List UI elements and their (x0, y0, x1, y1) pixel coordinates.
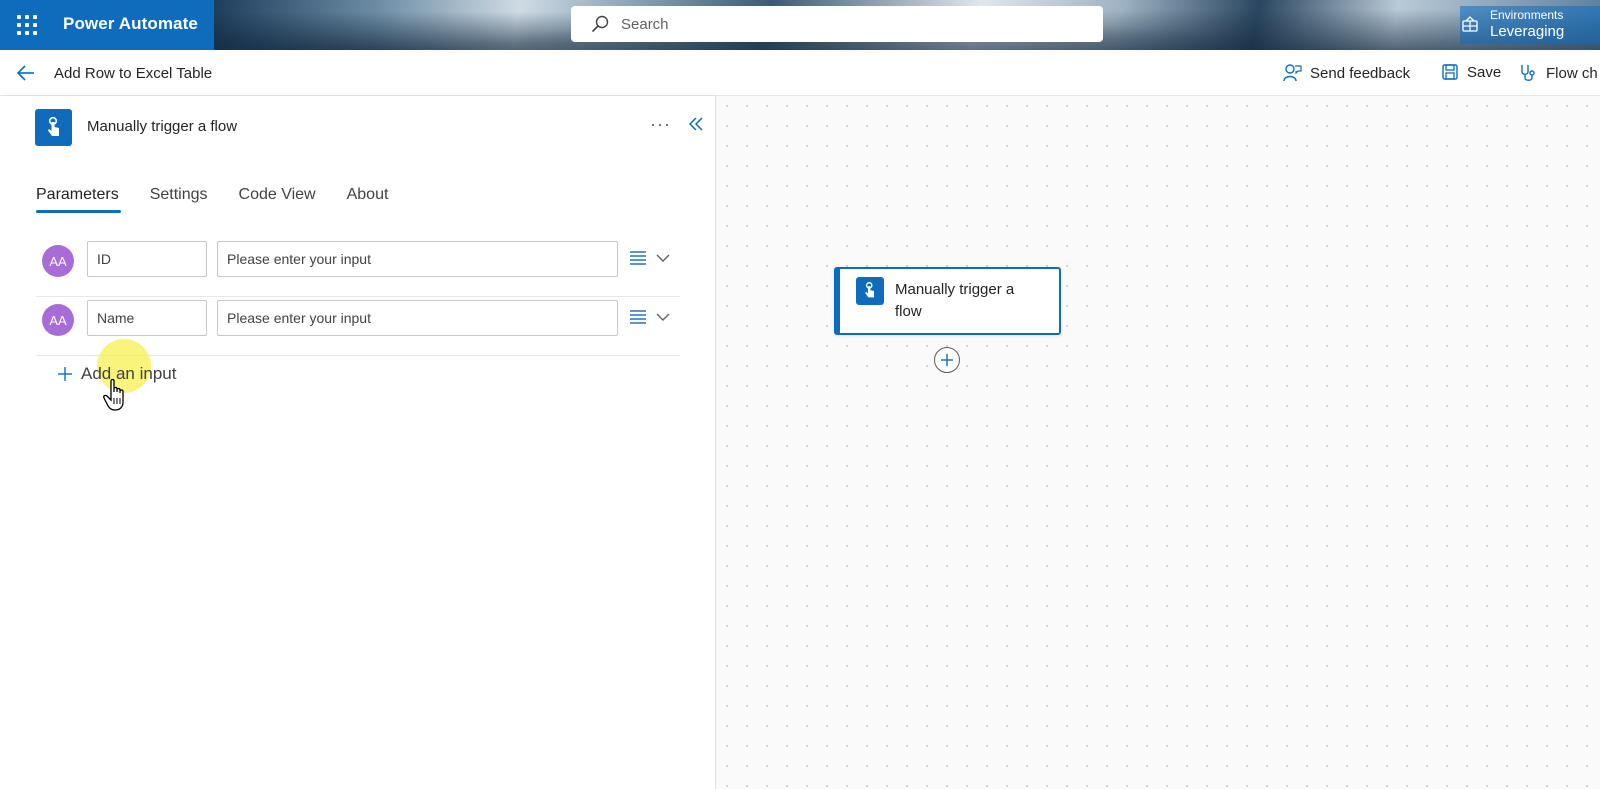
chevron-down-icon[interactable] (655, 310, 671, 324)
hand-pointer-icon (103, 378, 124, 411)
flow-checker-icon (1521, 65, 1535, 81)
tab-settings[interactable]: Settings (150, 186, 208, 213)
text-type-icon: AA (42, 245, 74, 277)
flow-checker-label: Flow ch (1546, 64, 1598, 82)
panel-tabs: Parameters Settings Code View About (36, 186, 419, 213)
parameter-name-field[interactable]: Name (87, 300, 207, 336)
command-bar: Add Row to Excel Table Send feedback Sav… (0, 50, 1600, 96)
input-parameter-row: AA ID Please enter your input (36, 239, 680, 297)
flow-checker-button[interactable]: Flow ch (1518, 63, 1598, 83)
search-box[interactable]: Search (571, 6, 1103, 42)
save-icon (1442, 64, 1458, 80)
text-type-icon: AA (42, 304, 74, 336)
suite-header: Power Automate Search Environments Lever… (0, 0, 1600, 50)
parameter-name-field[interactable]: ID (87, 241, 207, 277)
add-step-button[interactable] (934, 347, 960, 373)
trigger-node-title: Manually trigger a flow (895, 281, 1015, 320)
manual-trigger-icon (856, 277, 884, 305)
parameter-value-field[interactable]: Please enter your input (217, 300, 618, 336)
back-arrow-icon[interactable] (16, 63, 36, 83)
list-icon[interactable] (629, 249, 647, 267)
send-feedback-button[interactable]: Send feedback (1282, 63, 1410, 83)
tab-parameters[interactable]: Parameters (36, 186, 121, 213)
collapse-panel-icon[interactable] (688, 116, 704, 132)
search-icon (592, 15, 609, 32)
send-feedback-label: Send feedback (1310, 64, 1411, 82)
save-label: Save (1467, 63, 1502, 81)
more-options-button[interactable]: ··· (650, 114, 671, 135)
plus-icon (58, 367, 72, 381)
plus-icon (941, 354, 953, 366)
trigger-details-panel: Manually trigger a flow ··· Parameters S… (0, 96, 716, 789)
trigger-title: Manually trigger a flow (87, 118, 238, 135)
flow-designer-canvas[interactable] (717, 96, 1600, 789)
search-placeholder: Search (621, 15, 669, 33)
manual-trigger-icon (35, 109, 72, 146)
environment-caption: Environments (1490, 8, 1564, 22)
parameter-value-field[interactable]: Please enter your input (217, 241, 618, 277)
list-icon[interactable] (629, 308, 647, 326)
trigger-node-card[interactable]: Manually trigger a flow (834, 267, 1061, 335)
feedback-icon (1283, 64, 1302, 82)
save-button[interactable]: Save (1441, 63, 1501, 81)
tab-about[interactable]: About (347, 186, 389, 213)
flow-name: Add Row to Excel Table (54, 65, 213, 82)
environment-name: Leveraging (1490, 23, 1565, 40)
environment-icon (1462, 16, 1478, 32)
app-title[interactable]: Power Automate (63, 14, 198, 34)
app-launcher-icon[interactable] (17, 15, 37, 35)
tab-code-view[interactable]: Code View (239, 186, 316, 213)
chevron-down-icon[interactable] (655, 251, 671, 265)
environment-picker[interactable]: Environments Leveraging (1460, 6, 1600, 44)
